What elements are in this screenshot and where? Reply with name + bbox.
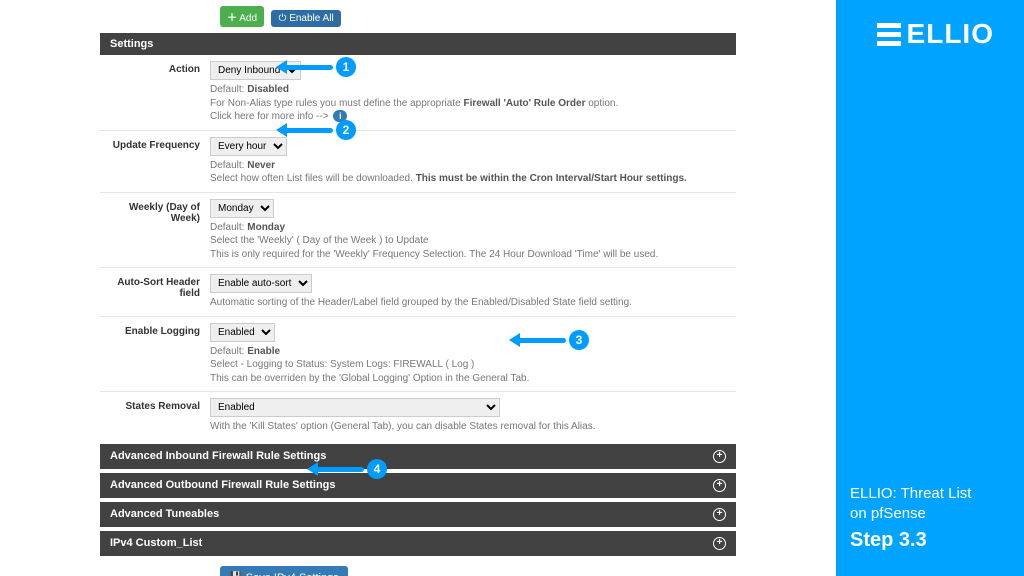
row-states: States Removal Enabled With the 'Kill St… — [100, 392, 736, 440]
label-update-frequency: Update Frequency — [100, 137, 210, 186]
expand-icon: + — [713, 479, 726, 492]
label-states: States Removal — [100, 398, 210, 434]
content-area: ＋ Add ⏻ Enable All Settings Action Deny … — [100, 0, 736, 576]
expand-icon: + — [713, 450, 726, 463]
add-label: Add — [239, 13, 257, 24]
add-button[interactable]: ＋ Add — [220, 6, 264, 27]
label-logging: Enable Logging — [100, 323, 210, 386]
collapsible-adv-outbound[interactable]: Advanced Outbound Firewall Rule Settings… — [100, 473, 736, 498]
settings-header: Settings — [100, 33, 736, 55]
row-logging: Enable Logging Enabled Default: Enable S… — [100, 317, 736, 393]
power-icon: ⏻ — [278, 13, 286, 24]
save-label: Save IPv4 Settings — [246, 572, 339, 576]
save-button[interactable]: 💾 Save IPv4 Settings — [220, 566, 348, 576]
enable-all-label: Enable All — [289, 13, 333, 24]
select-auto-sort[interactable]: Enable auto-sort — [210, 274, 312, 293]
info-icon[interactable]: i — [333, 110, 347, 122]
row-action: Action Deny Inbound Default: Disabled Fo… — [100, 55, 736, 131]
brand-logo: ELLIO — [877, 18, 994, 50]
collapsible-ipv4-custom[interactable]: IPv4 Custom_List + — [100, 531, 736, 556]
label-action: Action — [100, 61, 210, 124]
brand-bars-icon — [877, 23, 901, 46]
expand-icon: + — [713, 537, 726, 550]
select-states[interactable]: Enabled — [210, 398, 500, 417]
label-auto-sort: Auto-Sort Header field — [100, 274, 210, 310]
plus-icon: ＋ — [227, 13, 237, 24]
top-button-bar: ＋ Add ⏻ Enable All — [100, 0, 736, 33]
row-weekly: Weekly (Day of Week) Monday Default: Mon… — [100, 193, 736, 269]
select-logging[interactable]: Enabled — [210, 323, 275, 342]
brand-text: ELLIO — [907, 18, 994, 50]
enable-all-button[interactable]: ⏻ Enable All — [271, 10, 340, 27]
slide-caption: ELLIO: Threat List on pfSense Step 3.3 — [850, 484, 1000, 555]
label-weekly: Weekly (Day of Week) — [100, 199, 210, 262]
select-weekly[interactable]: Monday — [210, 199, 274, 218]
expand-icon: + — [713, 508, 726, 521]
step-label: Step 3.3 — [850, 527, 1000, 554]
row-update-frequency: Update Frequency Every hour Default: Nev… — [100, 131, 736, 193]
collapsible-adv-inbound[interactable]: Advanced Inbound Firewall Rule Settings … — [100, 444, 736, 469]
select-action[interactable]: Deny Inbound — [210, 61, 301, 80]
save-icon: 💾 — [229, 572, 243, 576]
row-auto-sort: Auto-Sort Header field Enable auto-sort … — [100, 268, 736, 317]
collapsible-adv-tuneables[interactable]: Advanced Tuneables + — [100, 502, 736, 527]
app-frame: ＋ Add ⏻ Enable All Settings Action Deny … — [0, 0, 836, 576]
select-update-frequency[interactable]: Every hour — [210, 137, 287, 156]
